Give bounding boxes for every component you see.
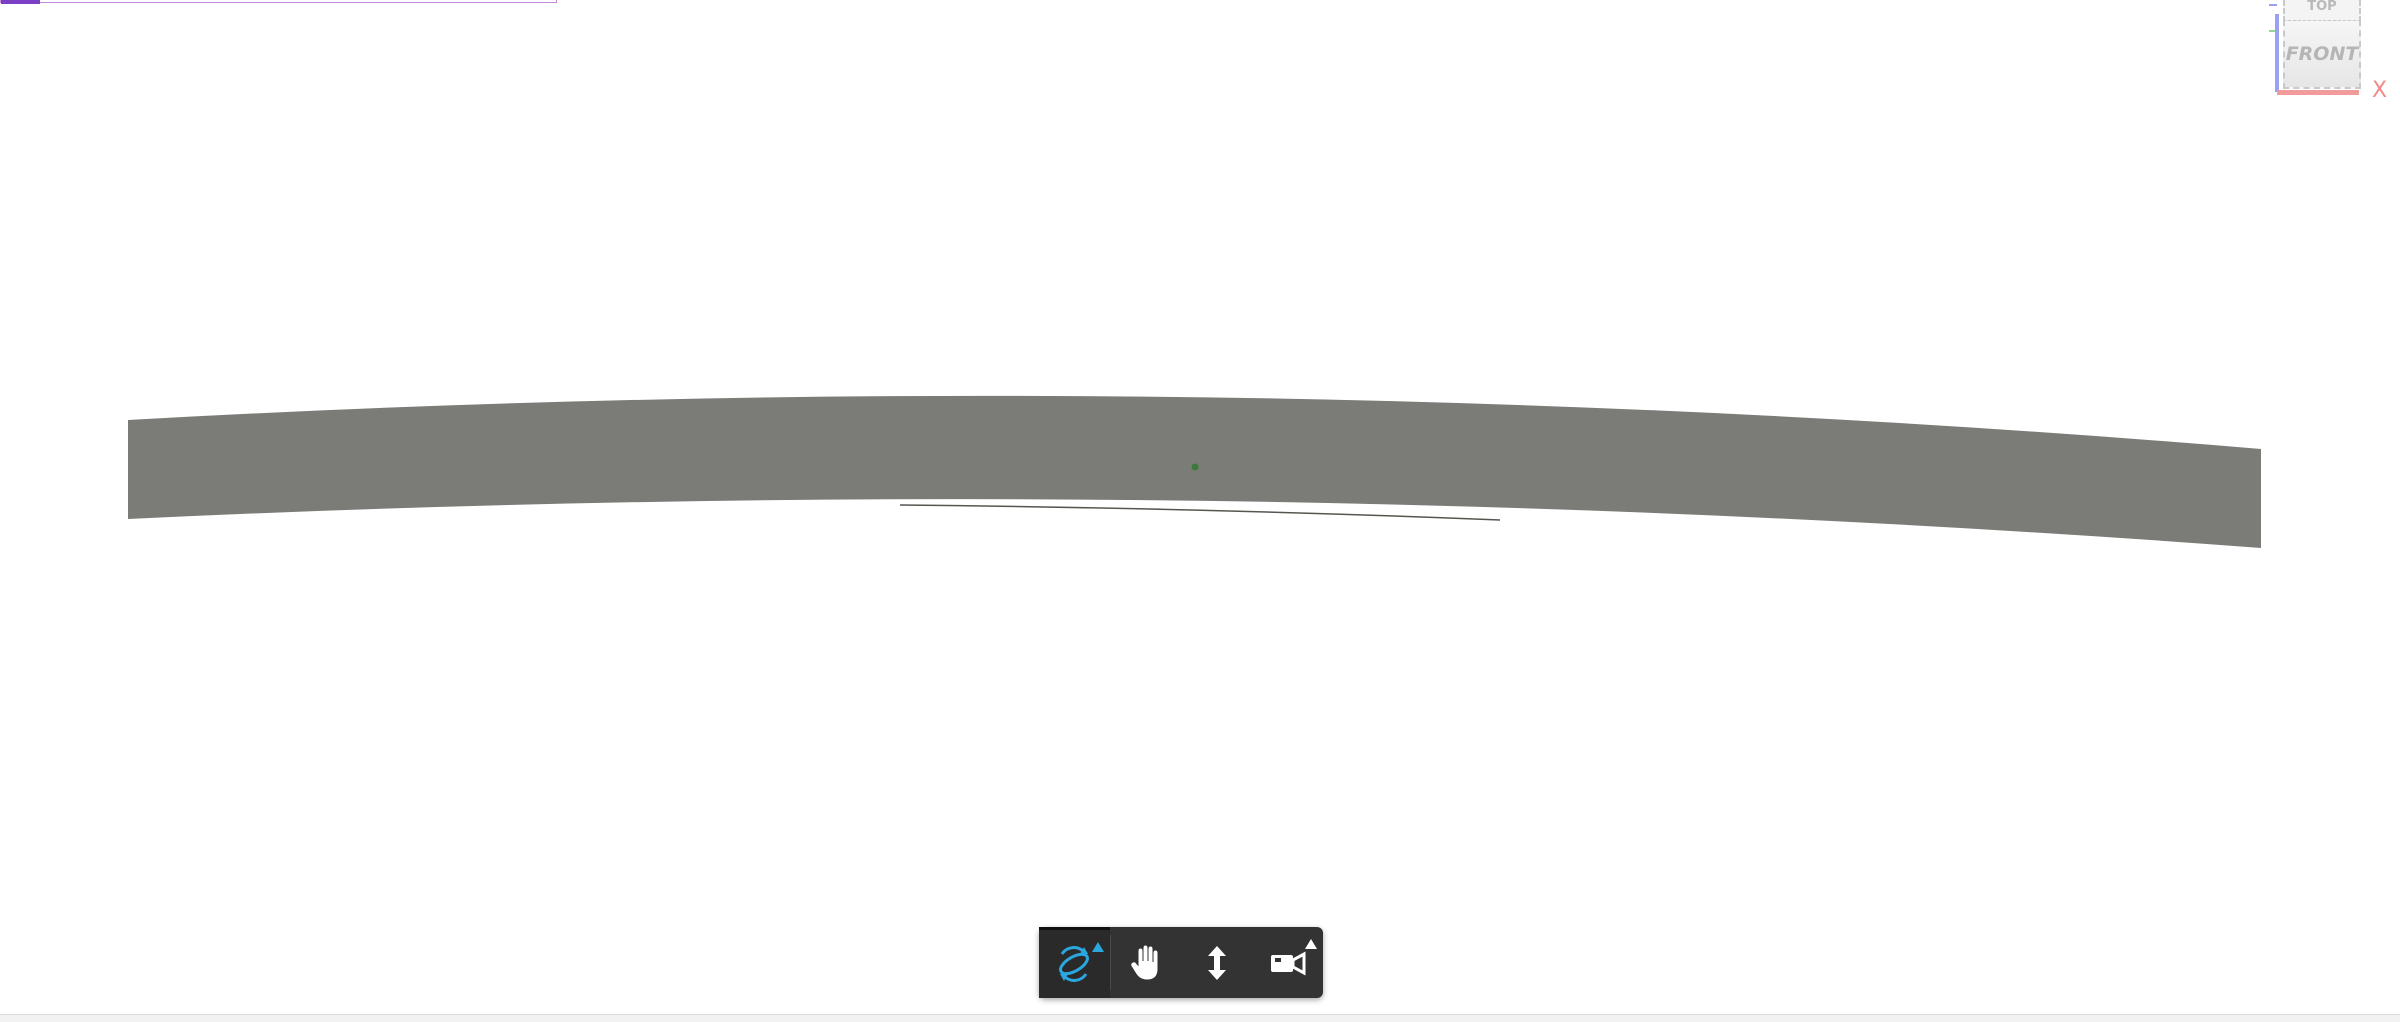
x-axis-line — [2277, 90, 2359, 95]
pan-button[interactable] — [1111, 927, 1182, 998]
camera-icon — [1270, 950, 1306, 976]
pivot-point — [1191, 463, 1199, 471]
3d-viewport[interactable]: TOP FRONT X — [0, 0, 2400, 1014]
orbit-button[interactable] — [1039, 927, 1110, 998]
navigation-toolbar — [1039, 927, 1323, 998]
camera-button[interactable] — [1252, 927, 1323, 998]
panel-bottom-edge — [899, 504, 1501, 521]
x-axis-label: X — [2372, 78, 2388, 103]
hand-pan-icon — [1130, 943, 1159, 981]
z-axis-line — [2275, 14, 2279, 92]
model-canvas[interactable] — [0, 0, 2400, 1014]
z-axis-tick — [2269, 4, 2277, 6]
zoom-button[interactable] — [1182, 927, 1253, 998]
status-bar — [0, 1014, 2400, 1022]
curved-panel-model[interactable] — [128, 395, 2261, 548]
view-cube[interactable]: TOP FRONT X — [2255, 0, 2400, 110]
view-cube-front-face[interactable]: FRONT — [2283, 20, 2361, 89]
orbit-flyout-indicator[interactable] — [1091, 942, 1104, 952]
view-cube-top-face[interactable]: TOP — [2283, 0, 2361, 22]
orbit-icon — [1059, 946, 1090, 982]
camera-flyout-indicator[interactable] — [1305, 939, 1317, 949]
dolly-zoom-icon — [1207, 945, 1226, 980]
